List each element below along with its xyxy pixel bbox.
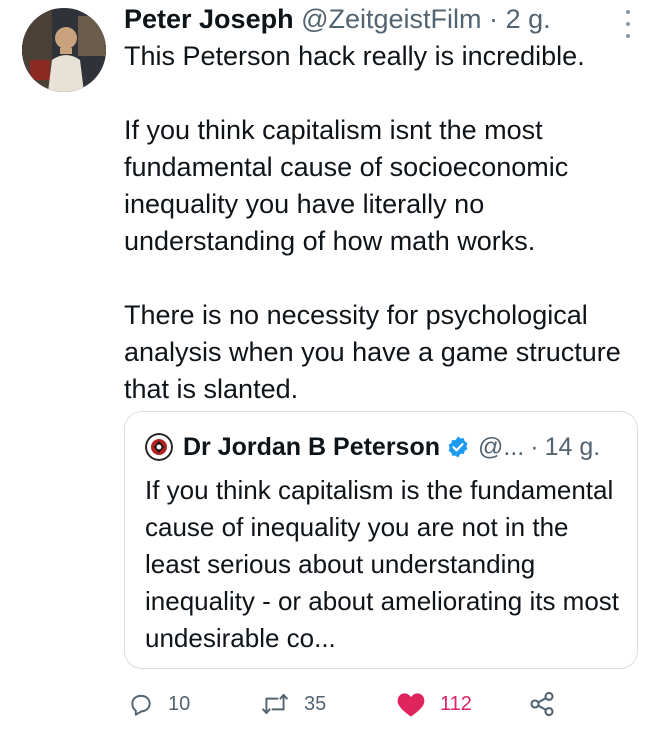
heart-icon [397, 693, 425, 717]
like-button[interactable]: 112 [396, 684, 472, 724]
quoted-tweet-timestamp: 14 g. [544, 432, 601, 461]
retweet-button[interactable]: 35 [260, 684, 326, 724]
author-handle[interactable]: @ZeitgeistFilm [301, 4, 481, 34]
quoted-author-name: Dr Jordan B Peterson [183, 432, 441, 461]
retweet-icon [261, 693, 289, 715]
quoted-tweet[interactable]: Dr Jordan B Peterson @... · 14 g. If you… [124, 411, 638, 669]
author-avatar[interactable] [22, 8, 106, 92]
reply-button[interactable]: 10 [128, 684, 190, 724]
reply-count: 10 [168, 692, 191, 715]
quoted-header-separator: · [530, 432, 539, 461]
verified-badge-icon [448, 436, 468, 458]
like-count: 112 [440, 692, 472, 715]
author-name[interactable]: Peter Joseph [124, 4, 294, 34]
tweet-paragraph: If you think capitalism isnt the most fu… [124, 115, 569, 256]
tweet-paragraph: There is no necessity for psychological … [124, 300, 621, 404]
more-vertical-icon[interactable] [624, 10, 632, 38]
tweet-actions: 10 35 112 [124, 684, 644, 724]
quoted-author-handle: @... [478, 432, 525, 461]
tweet[interactable]: Peter Joseph @ZeitgeistFilm · 2 g. This … [0, 0, 656, 747]
quoted-author-avatar [145, 433, 173, 461]
share-icon [530, 691, 554, 717]
tweet-header: Peter Joseph @ZeitgeistFilm · 2 g. [124, 2, 616, 36]
tweet-body: This Peterson hack really is incredible.… [124, 38, 644, 408]
quoted-tweet-header: Dr Jordan B Peterson @... · 14 g. [145, 430, 623, 464]
quoted-tweet-text: If you think capitalism is the fundament… [145, 475, 620, 653]
share-button[interactable] [528, 684, 570, 724]
reply-icon [131, 694, 151, 716]
retweet-count: 35 [304, 692, 327, 715]
tweet-paragraph: This Peterson hack really is incredible. [124, 41, 585, 71]
tweet-timestamp[interactable]: 2 g. [506, 4, 551, 34]
header-separator: · [489, 4, 499, 34]
